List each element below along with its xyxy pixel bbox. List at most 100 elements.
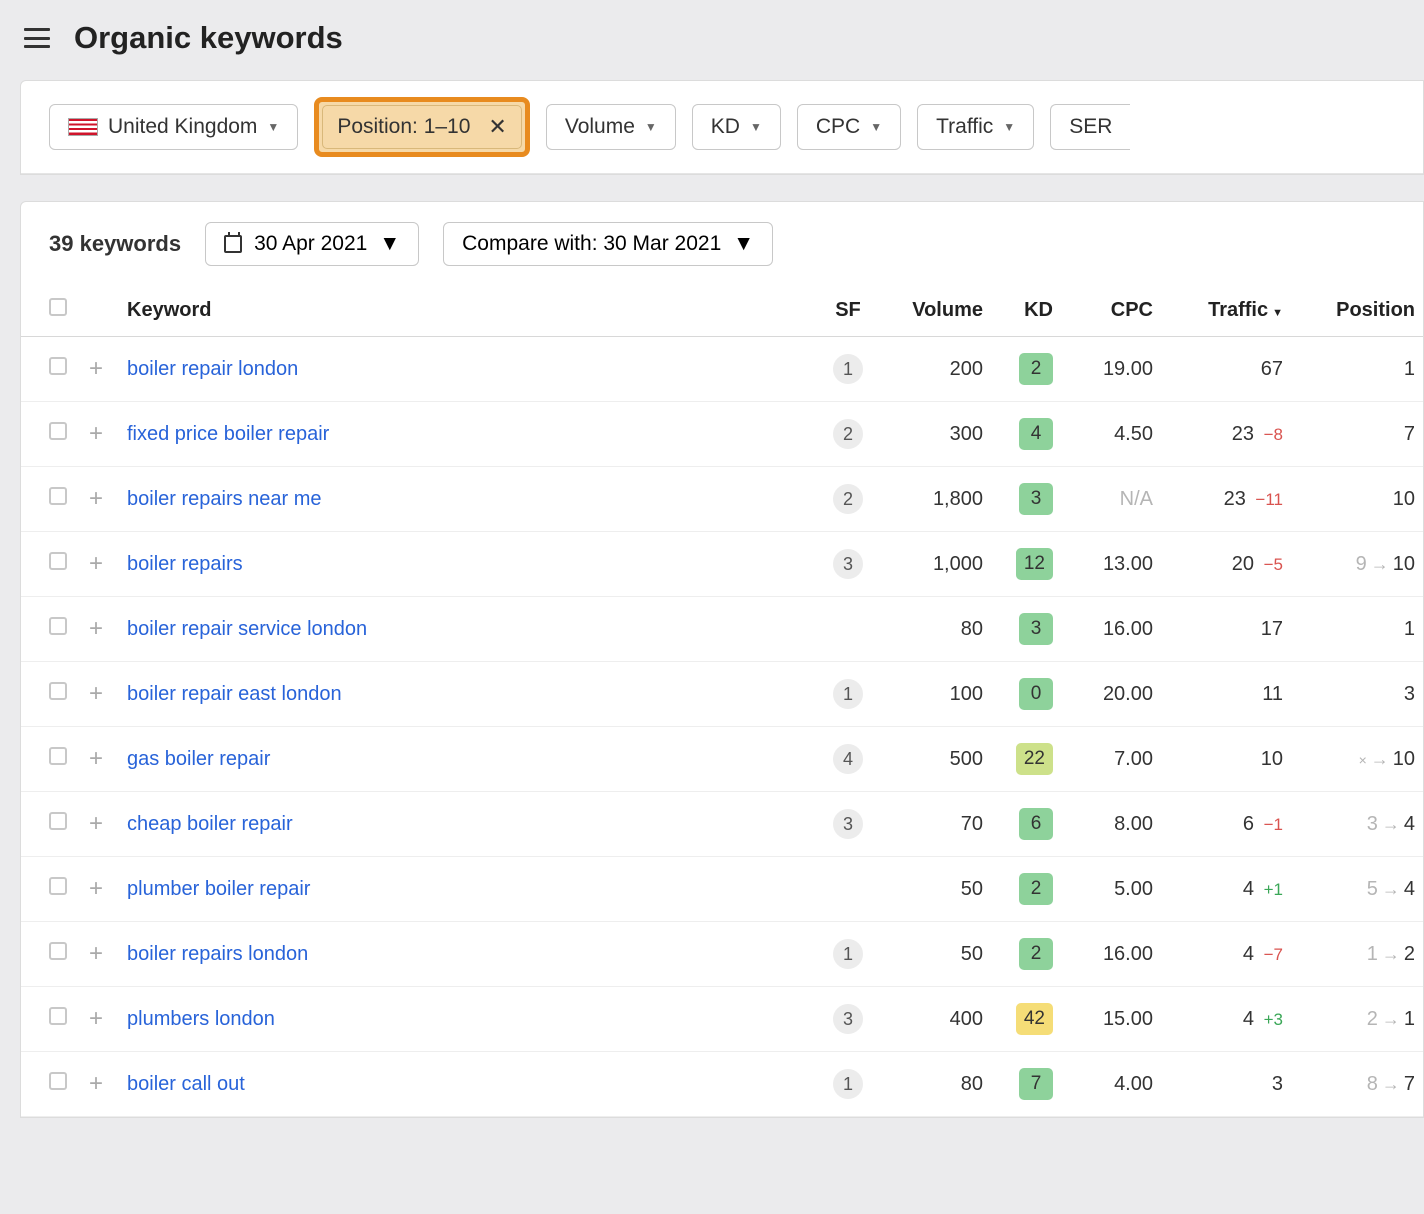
kd-badge: 2 — [1019, 873, 1053, 905]
kd-badge: 3 — [1019, 483, 1053, 515]
pos-from-none: × — [1359, 752, 1367, 768]
cpc-value: 4.00 — [1063, 1052, 1163, 1117]
position-value: 1 — [1293, 597, 1423, 662]
traffic-value: 23 −11 — [1163, 467, 1293, 532]
chevron-down-icon: ▼ — [379, 232, 400, 256]
keyword-link[interactable]: boiler repairs london — [127, 943, 308, 965]
table-row: + boiler repairs near me 2 1,800 3 N/A 2… — [21, 467, 1423, 532]
row-checkbox[interactable] — [49, 812, 67, 830]
table-row: + boiler repair east london 1 100 0 20.0… — [21, 662, 1423, 727]
expand-icon[interactable]: + — [87, 745, 105, 772]
traffic-delta: +3 — [1264, 1010, 1283, 1029]
keyword-link[interactable]: plumbers london — [127, 1008, 275, 1030]
traffic-filter[interactable]: Traffic ▼ — [917, 104, 1034, 150]
keyword-link[interactable]: cheap boiler repair — [127, 813, 293, 835]
expand-icon[interactable]: + — [87, 615, 105, 642]
select-all-checkbox[interactable] — [49, 298, 67, 316]
col-keyword[interactable]: Keyword — [117, 284, 813, 337]
row-checkbox[interactable] — [49, 357, 67, 375]
cpc-value: 15.00 — [1063, 987, 1163, 1052]
arrow-right-icon: → — [1382, 879, 1400, 899]
cpc-filter[interactable]: CPC ▼ — [797, 104, 901, 150]
chevron-down-icon: ▼ — [870, 120, 882, 134]
pos-to: 10 — [1393, 748, 1415, 770]
row-checkbox[interactable] — [49, 1072, 67, 1090]
traffic-delta: −11 — [1255, 490, 1283, 509]
hamburger-icon[interactable] — [24, 28, 50, 48]
sf-badge: 4 — [833, 744, 863, 774]
row-checkbox[interactable] — [49, 747, 67, 765]
position-value: 9→10 — [1293, 532, 1423, 597]
country-filter[interactable]: United Kingdom ▼ — [49, 104, 298, 150]
volume-filter[interactable]: Volume ▼ — [546, 104, 676, 150]
volume-value: 50 — [883, 922, 993, 987]
col-position[interactable]: Position — [1293, 284, 1423, 337]
cpc-value: 16.00 — [1063, 922, 1163, 987]
cpc-value: 16.00 — [1063, 597, 1163, 662]
kd-badge: 7 — [1019, 1068, 1053, 1100]
cpc-value: 5.00 — [1063, 857, 1163, 922]
pos-to: 2 — [1404, 943, 1415, 965]
pos-to: 10 — [1393, 553, 1415, 575]
position-value: ×→10 — [1293, 727, 1423, 792]
position-value: 1→2 — [1293, 922, 1423, 987]
date-picker[interactable]: 30 Apr 2021 ▼ — [205, 222, 419, 266]
table-row: + boiler repairs london 1 50 2 16.00 4 −… — [21, 922, 1423, 987]
keyword-link[interactable]: plumber boiler repair — [127, 878, 310, 900]
serp-filter[interactable]: SER — [1050, 104, 1130, 150]
expand-icon[interactable]: + — [87, 550, 105, 577]
volume-value: 1,800 — [883, 467, 993, 532]
row-checkbox[interactable] — [49, 877, 67, 895]
traffic-value: 20 −5 — [1163, 532, 1293, 597]
kd-filter[interactable]: KD ▼ — [692, 104, 781, 150]
row-checkbox[interactable] — [49, 1007, 67, 1025]
volume-value: 1,000 — [883, 532, 993, 597]
row-checkbox[interactable] — [49, 617, 67, 635]
calendar-icon — [224, 235, 242, 253]
close-icon[interactable]: ✕ — [488, 114, 506, 140]
keyword-link[interactable]: boiler repairs near me — [127, 488, 322, 510]
row-checkbox[interactable] — [49, 487, 67, 505]
chevron-down-icon: ▼ — [267, 120, 279, 134]
keyword-link[interactable]: boiler repair london — [127, 358, 298, 380]
col-traffic[interactable]: Traffic▼ — [1163, 284, 1293, 337]
expand-icon[interactable]: + — [87, 940, 105, 967]
keyword-link[interactable]: boiler call out — [127, 1073, 245, 1095]
row-checkbox[interactable] — [49, 552, 67, 570]
table-row: + fixed price boiler repair 2 300 4 4.50… — [21, 402, 1423, 467]
keyword-link[interactable]: boiler repair service london — [127, 618, 367, 640]
expand-icon[interactable]: + — [87, 1005, 105, 1032]
expand-icon[interactable]: + — [87, 680, 105, 707]
expand-icon[interactable]: + — [87, 485, 105, 512]
keyword-link[interactable]: gas boiler repair — [127, 748, 270, 770]
keyword-link[interactable]: fixed price boiler repair — [127, 423, 329, 445]
compare-picker[interactable]: Compare with: 30 Mar 2021 ▼ — [443, 222, 773, 266]
volume-value: 50 — [883, 857, 993, 922]
chevron-down-icon: ▼ — [750, 120, 762, 134]
row-checkbox[interactable] — [49, 422, 67, 440]
row-checkbox[interactable] — [49, 942, 67, 960]
position-value: 8→7 — [1293, 1052, 1423, 1117]
col-kd[interactable]: KD — [993, 284, 1063, 337]
cpc-value: 4.50 — [1063, 402, 1163, 467]
keyword-link[interactable]: boiler repairs — [127, 553, 243, 575]
expand-icon[interactable]: + — [87, 1070, 105, 1097]
position-filter[interactable]: Position: 1–10 ✕ — [322, 105, 522, 149]
sf-badge: 3 — [833, 549, 863, 579]
pos-from: 1 — [1367, 943, 1378, 965]
col-sf[interactable]: SF — [813, 284, 883, 337]
volume-value: 200 — [883, 337, 993, 402]
expand-icon[interactable]: + — [87, 875, 105, 902]
col-volume[interactable]: Volume — [883, 284, 993, 337]
table-row: + boiler call out 1 80 7 4.00 3 8→7 — [21, 1052, 1423, 1117]
expand-icon[interactable]: + — [87, 355, 105, 382]
expand-icon[interactable]: + — [87, 420, 105, 447]
filters-row: United Kingdom ▼ Position: 1–10 ✕ Volume… — [21, 81, 1423, 174]
row-checkbox[interactable] — [49, 682, 67, 700]
keyword-link[interactable]: boiler repair east london — [127, 683, 342, 705]
cpc-value: 19.00 — [1063, 337, 1163, 402]
traffic-delta: −1 — [1264, 815, 1283, 834]
expand-icon[interactable]: + — [87, 810, 105, 837]
page-header: Organic keywords — [0, 0, 1424, 80]
col-cpc[interactable]: CPC — [1063, 284, 1163, 337]
